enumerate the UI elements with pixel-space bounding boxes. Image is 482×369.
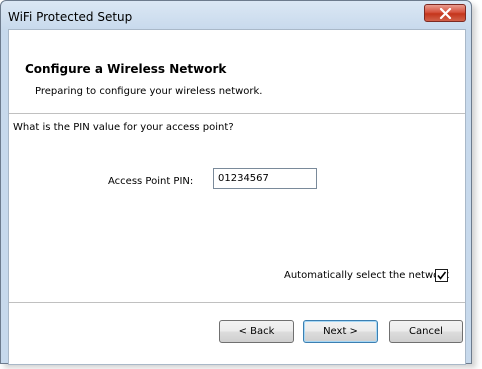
pin-input[interactable] [213, 168, 317, 189]
pin-label: Access Point PIN: [108, 176, 194, 187]
next-button[interactable]: Next > [303, 320, 378, 343]
back-button[interactable]: < Back [219, 320, 294, 343]
auto-select-label: Automatically select the network [284, 270, 450, 281]
close-button[interactable] [424, 4, 466, 22]
pin-question: What is the PIN value for your access po… [13, 122, 234, 133]
wps-dialog-window: WiFi Protected Setup Configure a Wireles… [0, 0, 472, 365]
header-divider [9, 113, 465, 114]
footer-divider [9, 302, 465, 303]
page-title: Configure a Wireless Network [25, 62, 227, 76]
title-bar[interactable]: WiFi Protected Setup [1, 1, 471, 31]
dialog-content: Configure a Wireless Network Preparing t… [8, 29, 466, 365]
checkmark-icon [437, 271, 447, 280]
window-title: WiFi Protected Setup [8, 10, 133, 24]
page-subtitle: Preparing to configure your wireless net… [35, 86, 263, 97]
auto-select-checkbox[interactable] [435, 269, 448, 282]
cancel-button[interactable]: Cancel [389, 320, 463, 343]
close-icon [439, 8, 452, 19]
